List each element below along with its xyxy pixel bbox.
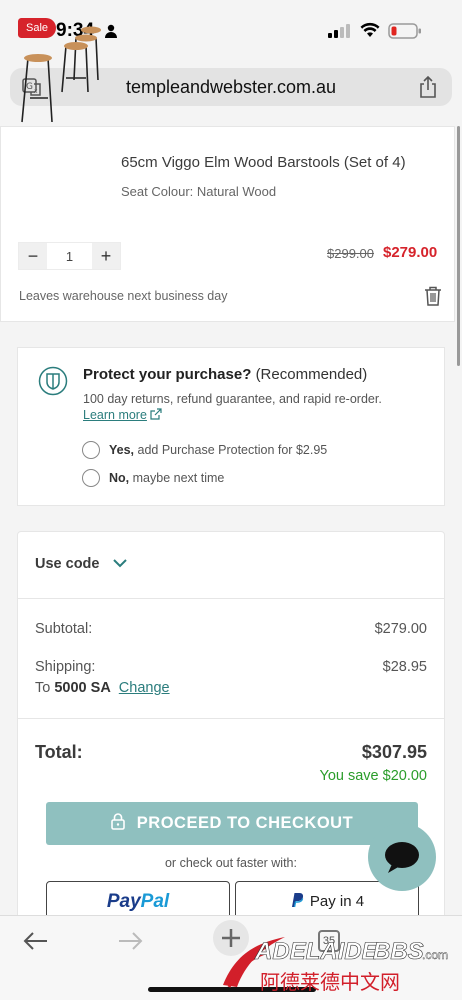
subtotal-label: Subtotal: bbox=[35, 621, 93, 637]
product-title[interactable]: 65cm Viggo Elm Wood Barstools (Set of 4) bbox=[121, 154, 406, 171]
sale-price: $279.00 bbox=[383, 244, 438, 261]
live-chat-button[interactable] bbox=[368, 823, 436, 891]
adelaidebbs-watermark: ADELAIDE BBS .com 阿德莱德中文网 bbox=[223, 937, 448, 994]
person-icon bbox=[105, 24, 117, 38]
order-summary-card: Use code Subtotal: $279.00 Shipping: $28… bbox=[17, 531, 445, 951]
back-arrow-icon[interactable] bbox=[22, 931, 48, 951]
svg-text:阿德莱德中文网: 阿德莱德中文网 bbox=[260, 970, 400, 994]
savings-text: You save $20.00 bbox=[319, 768, 427, 784]
forward-arrow-icon[interactable] bbox=[118, 931, 144, 951]
cellular-signal-icon bbox=[328, 24, 350, 38]
protection-description: 100 day returns, refund guarantee, and r… bbox=[83, 392, 382, 422]
page-scrollbar[interactable] bbox=[457, 126, 460, 366]
increase-quantity-button[interactable]: + bbox=[92, 243, 120, 269]
shipping-note: Leaves warehouse next business day bbox=[19, 289, 228, 303]
change-location-link[interactable]: Change bbox=[119, 680, 170, 696]
ship-to-location: To 5000 SA Change bbox=[35, 680, 170, 696]
quantity-stepper: − 1 + bbox=[18, 242, 121, 270]
total-value: $307.95 bbox=[361, 742, 427, 762]
share-icon[interactable] bbox=[418, 75, 438, 99]
original-price: $299.00 bbox=[327, 246, 374, 261]
purchase-protection-card: Protect your purchase? (Recommended) 100… bbox=[17, 347, 445, 506]
lock-icon bbox=[110, 813, 125, 830]
radio-yes[interactable] bbox=[82, 441, 100, 459]
wifi-icon bbox=[360, 22, 380, 37]
total-label: Total: bbox=[35, 742, 83, 762]
protection-title: Protect your purchase? (Recommended) bbox=[83, 366, 368, 383]
quantity-value[interactable]: 1 bbox=[47, 249, 92, 264]
radio-no[interactable] bbox=[82, 469, 100, 487]
svg-text:ADELAIDE: ADELAIDE bbox=[254, 938, 379, 965]
learn-more-link[interactable]: Learn more bbox=[83, 408, 147, 422]
use-code-toggle[interactable]: Use code bbox=[35, 556, 99, 572]
chat-icon bbox=[385, 842, 419, 873]
external-link-icon[interactable] bbox=[150, 408, 162, 420]
decrease-quantity-button[interactable]: − bbox=[19, 243, 47, 269]
shield-icon bbox=[38, 366, 68, 396]
svg-text:BBS: BBS bbox=[373, 938, 424, 965]
divider bbox=[18, 598, 444, 599]
subtotal-value: $279.00 bbox=[374, 621, 427, 637]
shipping-value: $28.95 bbox=[382, 659, 427, 675]
trash-icon[interactable] bbox=[424, 286, 442, 306]
product-variant: Seat Colour: Natural Wood bbox=[121, 184, 277, 199]
shipping-label: Shipping: bbox=[35, 659, 96, 675]
proceed-to-checkout-button[interactable]: PROCEED TO CHECKOUT bbox=[46, 802, 418, 845]
battery-low-icon bbox=[388, 23, 421, 39]
paypal-logo-icon bbox=[291, 893, 304, 908]
svg-text:.com: .com bbox=[422, 948, 448, 962]
divider bbox=[18, 718, 444, 719]
sale-badge: Sale bbox=[18, 18, 57, 38]
chevron-down-icon[interactable] bbox=[112, 557, 128, 569]
